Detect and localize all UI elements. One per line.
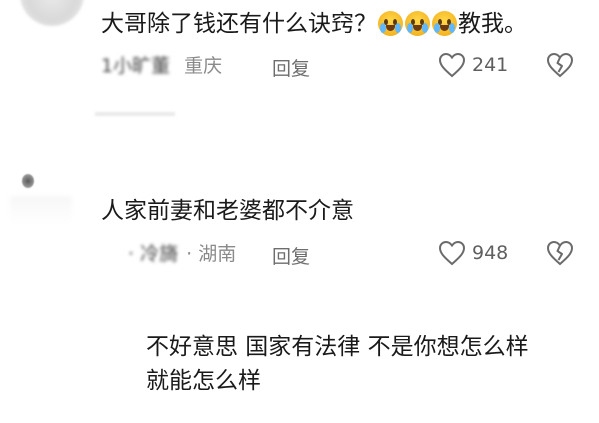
reply-button[interactable]: 回复 xyxy=(272,242,310,269)
username[interactable]: · 冷旖 xyxy=(128,243,178,265)
reply-line-1: 不好意思 国家有法律 不是你想怎么样 xyxy=(146,334,529,360)
like-button[interactable] xyxy=(438,240,466,270)
comment-meta: 1小旷董 重庆 xyxy=(101,54,222,78)
avatar[interactable] xyxy=(20,0,84,26)
avatar[interactable] xyxy=(22,174,34,188)
comment-text-tail: 教我。 xyxy=(458,11,527,37)
comment-text-main: 大哥除了钱还有什么诀窍？ xyxy=(101,11,377,37)
comment-meta: · 冷旖 · 湖南 xyxy=(128,242,236,266)
location: · 湖南 xyxy=(186,243,237,265)
crying-laughing-emoji-icon xyxy=(432,11,457,36)
crying-laughing-emoji-icon xyxy=(405,11,430,36)
crying-laughing-emoji-icon xyxy=(378,11,403,36)
location: 重庆 xyxy=(184,55,223,77)
reply-line-2: 就能怎么样 xyxy=(146,368,261,394)
heart-outline-icon xyxy=(438,240,466,266)
comment-text: 人家前妻和老婆都不介意 xyxy=(101,198,354,224)
reply-button[interactable]: 回复 xyxy=(272,54,310,81)
blurred-divider xyxy=(95,112,175,116)
reply-comment-text: 不好意思 国家有法律 不是你想怎么样 就能怎么样 xyxy=(146,330,529,398)
heart-outline-icon xyxy=(438,52,466,78)
avatar-blur xyxy=(10,196,72,224)
broken-heart-icon xyxy=(546,52,574,78)
dislike-button[interactable] xyxy=(546,52,574,82)
comment-text: 大哥除了钱还有什么诀窍？ 教我。 xyxy=(101,10,527,38)
like-button[interactable] xyxy=(438,52,466,82)
like-count: 241 xyxy=(472,54,509,76)
like-count: 948 xyxy=(472,242,509,264)
dislike-button[interactable] xyxy=(546,240,574,270)
broken-heart-icon xyxy=(546,240,574,266)
username[interactable]: 1小旷董 xyxy=(101,55,170,77)
